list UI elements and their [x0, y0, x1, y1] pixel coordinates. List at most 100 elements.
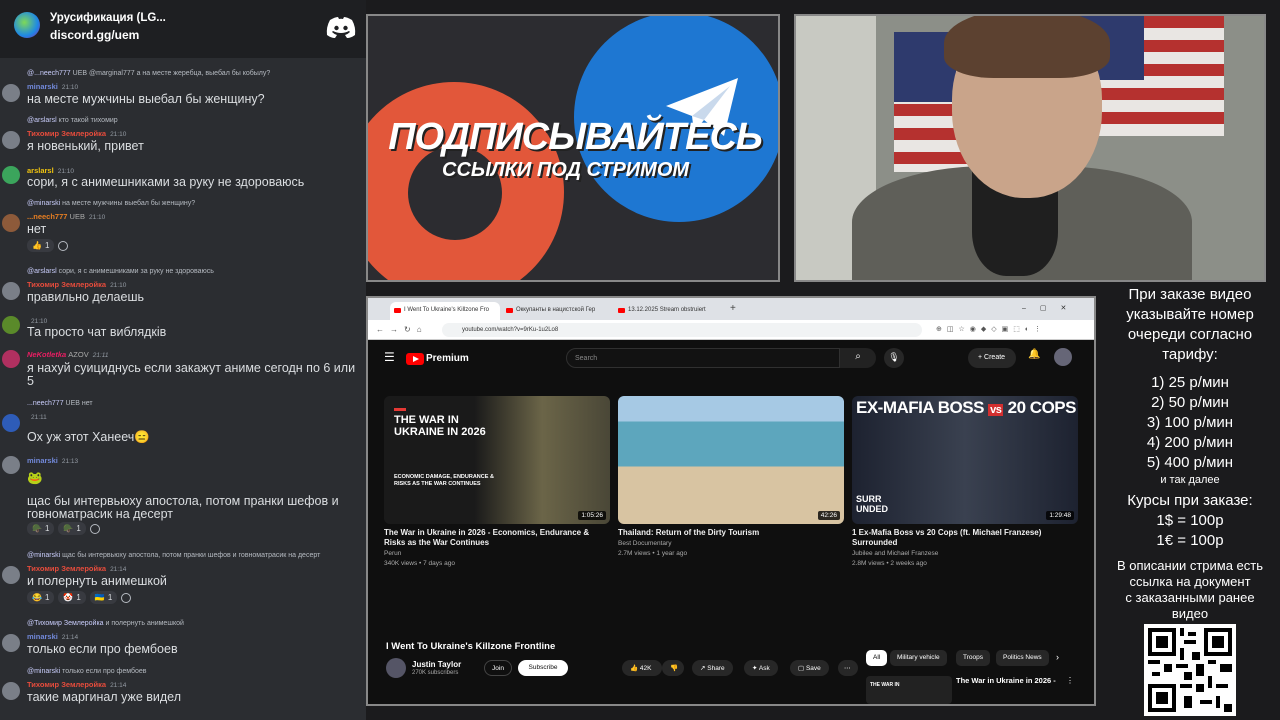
url-input[interactable]: youtube.com/watch?v=9rKu-1u2Lo8	[442, 323, 922, 337]
chevron-right-icon[interactable]: ›	[1056, 652, 1059, 662]
reaction[interactable]: 🤡 1	[58, 591, 86, 604]
author-name[interactable]: minarski 21:10	[27, 82, 78, 91]
search-input[interactable]: Search	[566, 348, 840, 368]
youtube-favicon-icon	[394, 308, 401, 313]
info-line: тарифу:	[1162, 346, 1218, 363]
author-name[interactable]: arslarsl 21:10	[27, 166, 74, 175]
bell-icon[interactable]: 🔔	[1028, 349, 1040, 360]
youtube-header: ☰ Premium Search ⌕ 🎙 + Create 🔔	[368, 340, 1094, 376]
message-text: Та просто чат виблядків	[27, 325, 167, 339]
reaction[interactable]: 👍 1	[27, 239, 55, 252]
rate-usd: 1$ = 100р	[1156, 512, 1224, 529]
author-name[interactable]: NeKotletka AZOV 21:11	[27, 350, 109, 359]
author-name[interactable]: ...neech777 UEB 21:10	[27, 212, 105, 221]
youtube-brand[interactable]: Premium	[426, 353, 469, 364]
browser-tab[interactable]: Оккупанты в нацистской Гер	[502, 302, 612, 320]
reply-preview: ...neech777 UEB нет	[27, 400, 93, 407]
person-hair	[944, 16, 1110, 78]
youtube-favicon-icon	[506, 308, 513, 313]
message-text: Ох уж этот Ханееч😑	[27, 430, 150, 444]
chip-military-vehicle[interactable]: Military vehicle	[890, 650, 947, 666]
tariff-line: 4) 200 р/мин	[1146, 434, 1234, 451]
join-button[interactable]: Join	[484, 660, 512, 676]
add-reaction-icon[interactable]	[89, 524, 100, 534]
extension-icons[interactable]: ⊕◫☆◉◆◇▣⬚◐⋮	[936, 325, 1046, 333]
reply-preview: @arslarsl кто такой тихомир	[27, 117, 118, 124]
author-name[interactable]: 21:11	[27, 412, 47, 421]
chip-troops[interactable]: Troops	[956, 650, 990, 666]
reactions: 😂 1 🤡 1 🇺🇦 1	[27, 591, 132, 604]
avatar[interactable]	[2, 566, 20, 584]
browser-tab[interactable]: I Went To Ukraine's Killzone Fro	[390, 302, 500, 320]
author-name[interactable]: minarski 21:13	[27, 456, 78, 465]
new-tab-icon[interactable]: +	[730, 303, 736, 314]
channel-name[interactable]: Justin Taylor	[412, 660, 461, 669]
browser-tab[interactable]: 13.12.2025 Stream obstruiert	[614, 302, 724, 320]
author-name[interactable]: Тихомир Землеройка 21:10	[27, 280, 126, 289]
mic-icon[interactable]: 🎙	[884, 348, 904, 368]
avatar[interactable]	[2, 282, 20, 300]
add-reaction-icon[interactable]	[121, 593, 132, 603]
subscribe-button[interactable]: Subscribe	[518, 660, 568, 676]
video-title[interactable]: Thailand: Return of the Dirty Tourism	[618, 528, 840, 538]
video-thumbnail[interactable]: 42:26	[618, 396, 844, 524]
avatar[interactable]	[2, 456, 20, 474]
avatar[interactable]	[2, 214, 20, 232]
chip-politics-news[interactable]: Politics News	[996, 650, 1049, 666]
create-button[interactable]: + Create	[968, 348, 1016, 368]
avatar[interactable]	[2, 166, 20, 184]
avatar[interactable]	[2, 316, 20, 334]
search-icon[interactable]: ⌕	[840, 348, 876, 368]
video-title[interactable]: 1 Ex-Mafia Boss vs 20 Cops (ft. Michael …	[852, 528, 1074, 548]
related-video-title[interactable]: The War in Ukraine in 2026 -	[956, 676, 1056, 685]
video-duration: 1:29:48	[1046, 511, 1074, 520]
avatar[interactable]	[2, 84, 20, 102]
server-name: Урусификация (LG...	[50, 12, 166, 24]
avatar[interactable]	[2, 350, 20, 368]
ask-button[interactable]: ✦ Ask	[744, 660, 778, 676]
avatar[interactable]	[2, 634, 20, 652]
video-thumbnail[interactable]: EX-MAFIA BOSS vs 20 COPS SURR UNDED 1:29…	[852, 396, 1078, 524]
window-controls[interactable]: –▢✕	[1022, 304, 1080, 312]
channel-avatar[interactable]	[386, 658, 406, 678]
chip-all[interactable]: All	[866, 650, 888, 666]
tab-bar: I Went To Ukraine's Killzone Fro Оккупан…	[368, 298, 1094, 320]
author-name[interactable]: Тихомир Землеройка 21:14	[27, 564, 126, 573]
reaction[interactable]: 🪖 1	[58, 522, 86, 535]
info-line: При заказе видео	[1128, 286, 1252, 303]
author-name[interactable]: 21:10	[27, 316, 47, 325]
video-thumbnail[interactable]: THE WAR IN UKRAINE IN 2026 ECONOMIC DAMA…	[384, 396, 610, 524]
thumbnail-title: THE WAR IN UKRAINE IN 2026	[394, 414, 486, 438]
author-name[interactable]: Тихомир Землеройка 21:10	[27, 129, 126, 138]
message-text: правильно делаешь	[27, 290, 144, 304]
save-button[interactable]: ▢ Save	[790, 660, 829, 676]
video-channel[interactable]: Jubilee and Michael Franzese	[852, 550, 938, 557]
author-name[interactable]: minarski 21:14	[27, 632, 78, 641]
avatar[interactable]	[2, 131, 20, 149]
qr-code[interactable]	[1144, 624, 1236, 716]
related-thumbnail[interactable]: THE WAR IN	[866, 676, 952, 704]
reaction[interactable]: 🇺🇦 1	[89, 591, 118, 604]
video-channel[interactable]: Perun	[384, 550, 401, 557]
more-icon[interactable]: ⋯	[838, 660, 858, 676]
avatar[interactable]	[2, 682, 20, 700]
desc-line: ссылка на документ	[1129, 574, 1251, 589]
author-name[interactable]: Тихомир Землеройка 21:14	[27, 680, 126, 689]
reply-preview: @...neech777 UEB @marginal777 а на месте…	[27, 70, 271, 77]
share-button[interactable]: ↗ Share	[692, 660, 733, 676]
reaction[interactable]: 😂 1	[27, 591, 55, 604]
avatar[interactable]	[1054, 348, 1072, 366]
more-vertical-icon[interactable]: ⋮	[1066, 676, 1074, 685]
dislike-icon[interactable]: 👎	[662, 660, 684, 676]
video-channel[interactable]: Best Documentary	[618, 540, 671, 547]
promo-title: ПОДПИСЫВАЙТЕСЬ	[388, 116, 763, 158]
avatar[interactable]	[2, 414, 20, 432]
message-text: я нахуй суициднусь если закажут аниме се…	[27, 361, 356, 388]
like-button[interactable]: 👍 42K	[622, 660, 662, 676]
add-reaction-icon[interactable]	[58, 241, 69, 251]
video-title[interactable]: The War in Ukraine in 2026 - Economics, …	[384, 528, 606, 548]
nav-buttons[interactable]: ←→↻⌂	[376, 325, 428, 334]
qr-code-image	[1148, 628, 1232, 712]
reaction[interactable]: 🪖 1	[27, 522, 55, 535]
menu-icon[interactable]: ☰	[384, 350, 395, 364]
